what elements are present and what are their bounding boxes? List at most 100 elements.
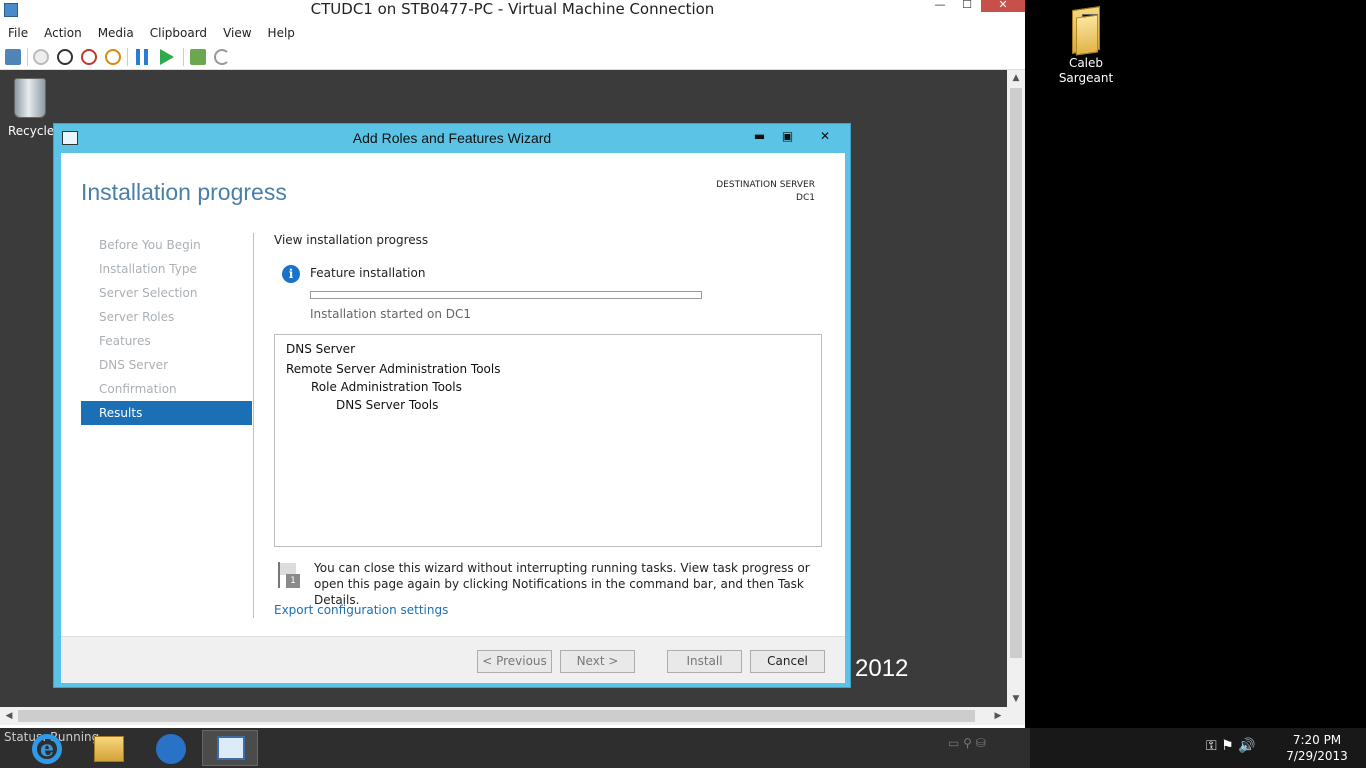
- page-title: Installation progress: [81, 179, 287, 205]
- notification-badge: 1: [286, 574, 300, 588]
- wizard-maximize-button[interactable]: ▣: [774, 126, 801, 146]
- turn-off-icon[interactable]: [57, 49, 73, 65]
- save-state-icon[interactable]: [105, 49, 121, 65]
- result-role-admin-tools: Role Administration Tools: [311, 380, 462, 394]
- scroll-up-icon[interactable]: ▲: [1007, 70, 1025, 86]
- os-watermark: 2012: [855, 655, 909, 682]
- menu-clipboard[interactable]: Clipboard: [142, 22, 215, 44]
- nav-dns-server: DNS Server: [99, 358, 168, 372]
- guest-screen[interactable]: Recycle 2012 Add Roles and Features Wiza…: [0, 70, 1007, 707]
- guest-tray-icons: ▭ ⚲ ⛁: [948, 736, 986, 750]
- nav-confirmation: Confirmation: [99, 382, 177, 396]
- nav-before-you-begin: Before You Begin: [99, 238, 201, 252]
- destination-label: DESTINATION SERVER: [716, 180, 815, 190]
- recycle-bin[interactable]: Recycle: [8, 78, 55, 138]
- vm-connection-window: CTUDC1 on STB0477-PC - Virtual Machine C…: [0, 0, 1025, 728]
- clock-time: 7:20 PM: [1292, 733, 1342, 747]
- folder-label-line2: Sargeant: [1058, 71, 1114, 85]
- pause-icon[interactable]: [136, 49, 148, 65]
- taskbar-wizard[interactable]: [202, 730, 258, 766]
- destination-value: DC1: [796, 193, 815, 203]
- vertical-scrollbar[interactable]: ▲ ▼: [1007, 70, 1025, 707]
- wizard-close-button[interactable]: ✕: [802, 126, 848, 146]
- installation-status: Installation started on DC1: [310, 307, 472, 321]
- menu-file[interactable]: File: [0, 22, 36, 44]
- shut-down-icon[interactable]: [81, 49, 97, 65]
- menu-media[interactable]: Media: [90, 22, 142, 44]
- vm-menubar: File Action Media Clipboard View Help: [0, 22, 1025, 44]
- toolbar-separator: [127, 48, 128, 66]
- install-button[interactable]: Install: [667, 650, 742, 673]
- desktop-folder-caleb-sargeant[interactable]: Caleb Sargeant: [1055, 6, 1117, 86]
- export-configuration-link[interactable]: Export configuration settings: [274, 603, 448, 617]
- ctrl-alt-del-icon[interactable]: [5, 49, 21, 65]
- vm-close-button[interactable]: ✕: [981, 0, 1025, 12]
- vm-minimize-button[interactable]: —: [928, 0, 952, 12]
- add-roles-wizard: Add Roles and Features Wizard ▬ ▣ ✕ Inst…: [53, 123, 851, 688]
- scroll-right-icon[interactable]: ▶: [989, 707, 1007, 725]
- wizard-footer: < Previous Next > Install Cancel: [61, 636, 845, 683]
- vm-maximize-button[interactable]: ☐: [955, 0, 979, 12]
- results-list[interactable]: DNS Server Remote Server Administration …: [274, 334, 822, 547]
- wizard-body: Installation progress DESTINATION SERVER…: [61, 153, 845, 683]
- cancel-button[interactable]: Cancel: [750, 650, 825, 673]
- result-dns-server-tools: DNS Server Tools: [336, 398, 439, 412]
- horizontal-scroll-thumb[interactable]: [18, 710, 975, 722]
- taskbar-ie[interactable]: e: [18, 730, 74, 766]
- wizard-content: View installation progress i Feature ins…: [274, 233, 824, 617]
- next-button[interactable]: Next >: [560, 650, 635, 673]
- host-clock[interactable]: 7:20 PM 7/29/2013: [1280, 732, 1354, 764]
- revert-icon[interactable]: [214, 49, 230, 65]
- scroll-down-icon[interactable]: ▼: [1007, 691, 1025, 707]
- vertical-scroll-thumb[interactable]: [1010, 88, 1022, 658]
- feature-installation-label: Feature installation: [310, 266, 426, 280]
- taskbar-explorer[interactable]: [80, 730, 136, 766]
- folder-icon: [1068, 6, 1104, 56]
- toolbar-separator: [27, 48, 28, 66]
- horizontal-scrollbar[interactable]: ◀ ▶: [0, 707, 1025, 725]
- nav-server-roles: Server Roles: [99, 310, 175, 324]
- wizard-taskbar-icon: [217, 736, 245, 760]
- previous-button[interactable]: < Previous: [477, 650, 552, 673]
- internet-explorer-icon: e: [32, 734, 62, 764]
- toolbar-separator: [183, 48, 184, 66]
- menu-help[interactable]: Help: [260, 22, 303, 44]
- wizard-title: Add Roles and Features Wizard: [352, 130, 552, 146]
- reset-icon[interactable]: [160, 49, 174, 65]
- nav-results[interactable]: Results: [81, 401, 252, 425]
- installation-progress-bar: [310, 291, 702, 299]
- wizard-nav: Before You Begin Installation Type Serve…: [81, 233, 252, 425]
- vm-toolbar: [0, 44, 1025, 70]
- note-text: You can close this wizard without interr…: [314, 561, 810, 607]
- result-dns-server: DNS Server: [286, 342, 355, 356]
- taskbar-server-manager[interactable]: [142, 730, 198, 766]
- menu-action[interactable]: Action: [36, 22, 90, 44]
- view-progress-label: View installation progress: [274, 233, 429, 247]
- server-manager-icon: [156, 734, 186, 764]
- wizard-minimize-button[interactable]: ▬: [746, 126, 773, 146]
- taskbar: Status: Running e ▭ ⚲ ⛁ ⚿ ⚑ 🔊 7:20 PM 7/…: [0, 728, 1366, 768]
- host-tray-icons[interactable]: ⚿ ⚑ 🔊: [1206, 738, 1256, 754]
- file-explorer-icon: [94, 736, 124, 762]
- scroll-left-icon[interactable]: ◀: [0, 707, 18, 725]
- vm-titlebar: CTUDC1 on STB0477-PC - Virtual Machine C…: [0, 0, 1025, 22]
- info-icon: i: [282, 265, 300, 283]
- clock-date: 7/29/2013: [1286, 749, 1348, 763]
- folder-label-line1: Caleb: [1068, 56, 1104, 70]
- nav-server-selection: Server Selection: [99, 286, 198, 300]
- destination-server: DESTINATION SERVER DC1: [716, 179, 815, 205]
- vm-window-title: CTUDC1 on STB0477-PC - Virtual Machine C…: [310, 0, 715, 18]
- menu-view[interactable]: View: [215, 22, 259, 44]
- close-wizard-note: 1 You can close this wizard without inte…: [274, 560, 822, 607]
- start-icon[interactable]: [33, 49, 49, 65]
- guest-taskbar: Status: Running e ▭ ⚲ ⛁: [0, 728, 1030, 768]
- recycle-bin-icon: [14, 78, 46, 118]
- recycle-bin-label: Recycle: [8, 124, 55, 138]
- notification-flag-icon: 1: [278, 562, 300, 588]
- host-desktop: [1030, 0, 1366, 768]
- nav-divider: [253, 233, 254, 618]
- nav-installation-type: Installation Type: [99, 262, 197, 276]
- snapshot-icon[interactable]: [190, 49, 206, 65]
- result-rsat: Remote Server Administration Tools: [286, 362, 501, 376]
- nav-features: Features: [99, 334, 151, 348]
